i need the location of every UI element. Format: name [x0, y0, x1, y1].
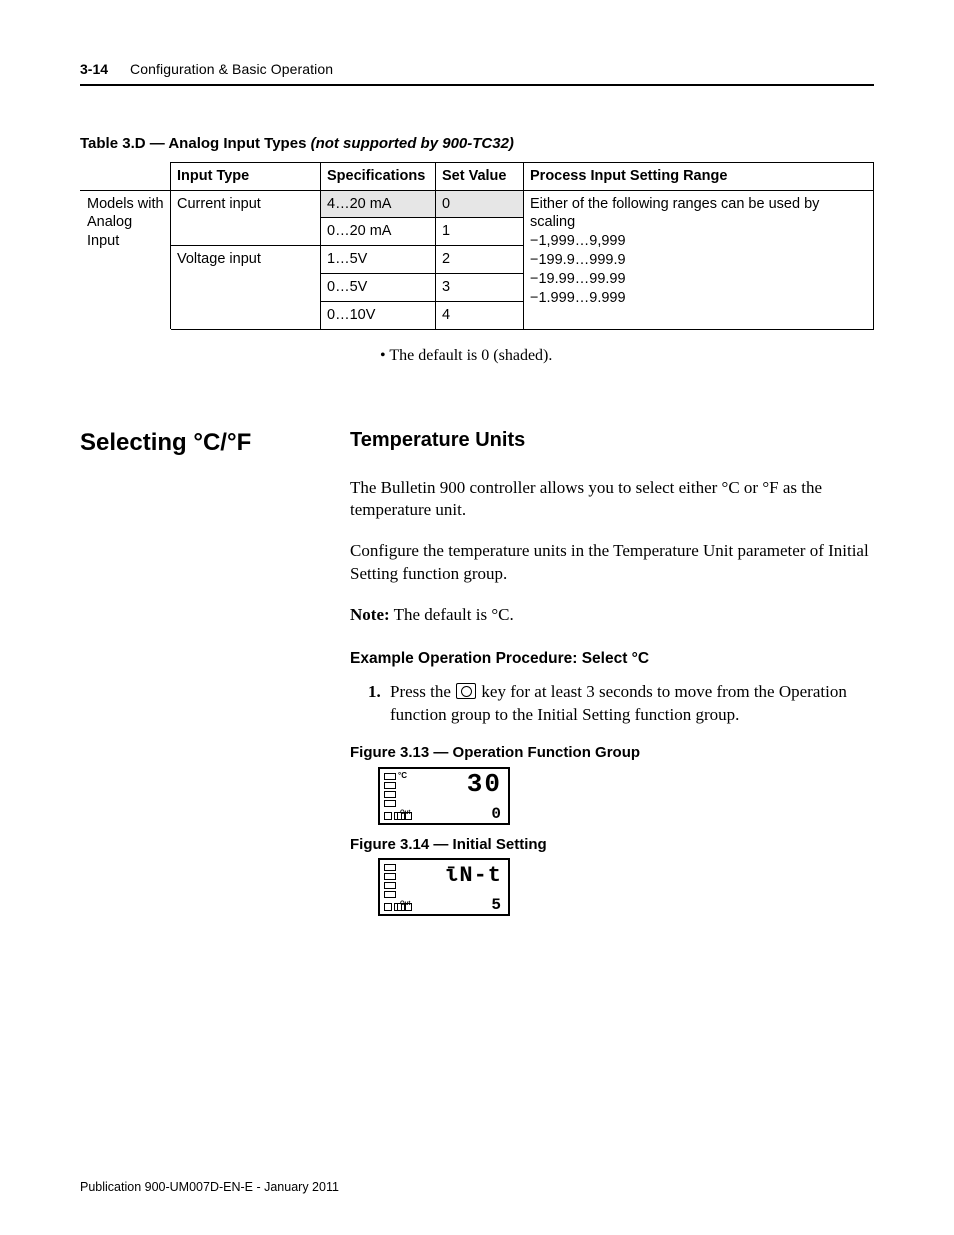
- sub-heading: Temperature Units: [350, 427, 874, 453]
- range-line4: −19.99…99.99: [530, 271, 626, 287]
- table-header-specifications: Specifications: [321, 162, 436, 190]
- table-footnote: • The default is 0 (shaded).: [380, 346, 874, 367]
- range-line1: Either of the following ranges can be us…: [530, 196, 819, 231]
- display-left-indicators: [384, 864, 396, 898]
- cell-spec-3: 0…5V: [321, 274, 436, 302]
- side-heading: Selecting °C/°F: [80, 427, 350, 458]
- display-left-indicators: [384, 773, 396, 807]
- section-title: Configuration & Basic Operation: [130, 60, 333, 78]
- cell-spec-2: 1…5V: [321, 246, 436, 274]
- figure-2-display: ῑN-t 5 Out: [378, 858, 510, 916]
- procedure-heading: Example Operation Procedure: Select °C: [350, 649, 874, 669]
- paragraph-2: Configure the temperature units in the T…: [350, 540, 874, 586]
- running-header: 3-14 Configuration & Basic Operation: [80, 60, 874, 86]
- table-caption-italic: (not supported by 900-TC32): [311, 135, 514, 152]
- paragraph-1: The Bulletin 900 controller allows you t…: [350, 477, 874, 523]
- display-sv: 0: [491, 806, 502, 822]
- cell-range: Either of the following ranges can be us…: [524, 190, 874, 329]
- step-1: 1. Press the key for at least 3 seconds …: [368, 681, 874, 727]
- level-key-icon: [456, 683, 476, 699]
- step-1-number: 1.: [368, 681, 390, 727]
- display-pv: 30: [467, 769, 502, 797]
- figure-1-display: °C 30 0 Out: [378, 767, 510, 825]
- table-row-label: Models with Analog Input: [81, 190, 171, 329]
- table-caption-prefix: Table 3.D — Analog Input Types: [80, 135, 311, 152]
- cell-input-voltage: Voltage input: [171, 246, 321, 330]
- display-out-label: Out: [400, 901, 410, 909]
- cell-spec-4: 0…10V: [321, 301, 436, 329]
- step-1-text-a: Press the: [390, 682, 455, 701]
- cell-input-current: Current input: [171, 190, 321, 246]
- table-header-process-range: Process Input Setting Range: [524, 162, 874, 190]
- cell-set-4: 4: [436, 301, 524, 329]
- row-label-line1: Models with: [87, 196, 164, 212]
- cell-set-2: 2: [436, 246, 524, 274]
- table-header-input-type: Input Type: [171, 162, 321, 190]
- range-line3: −199.9…999.9: [530, 252, 626, 268]
- table-header-set-value: Set Value: [436, 162, 524, 190]
- range-line5: −1.999…9.999: [530, 290, 626, 306]
- display-unit: °C: [398, 771, 407, 781]
- footer: Publication 900-UM007D-EN-E - January 20…: [80, 1179, 339, 1195]
- table-caption: Table 3.D — Analog Input Types (not supp…: [80, 134, 874, 154]
- note-paragraph: Note: The default is °C.: [350, 604, 874, 627]
- cell-set-0: 0: [436, 190, 524, 218]
- cell-set-3: 3: [436, 274, 524, 302]
- range-line2: −1,999…9,999: [530, 233, 626, 249]
- cell-spec-0: 4…20 mA: [321, 190, 436, 218]
- figure-2-caption: Figure 3.14 — Initial Setting: [350, 835, 874, 855]
- page-number: 3-14: [80, 60, 108, 78]
- display-sv: 5: [491, 897, 502, 913]
- step-1-text: Press the key for at least 3 seconds to …: [390, 681, 874, 727]
- display-pv: ῑN-t: [445, 863, 502, 887]
- note-label: Note:: [350, 605, 390, 624]
- analog-input-types-table: Input Type Specifications Set Value Proc…: [80, 162, 874, 330]
- note-text: The default is °C.: [390, 605, 514, 624]
- table-header-blank: [81, 162, 171, 190]
- cell-set-1: 1: [436, 218, 524, 246]
- cell-spec-1: 0…20 mA: [321, 218, 436, 246]
- row-label-line2: Analog Input: [87, 214, 132, 249]
- display-out-label: Out: [400, 810, 410, 818]
- figure-1-caption: Figure 3.13 — Operation Function Group: [350, 743, 874, 763]
